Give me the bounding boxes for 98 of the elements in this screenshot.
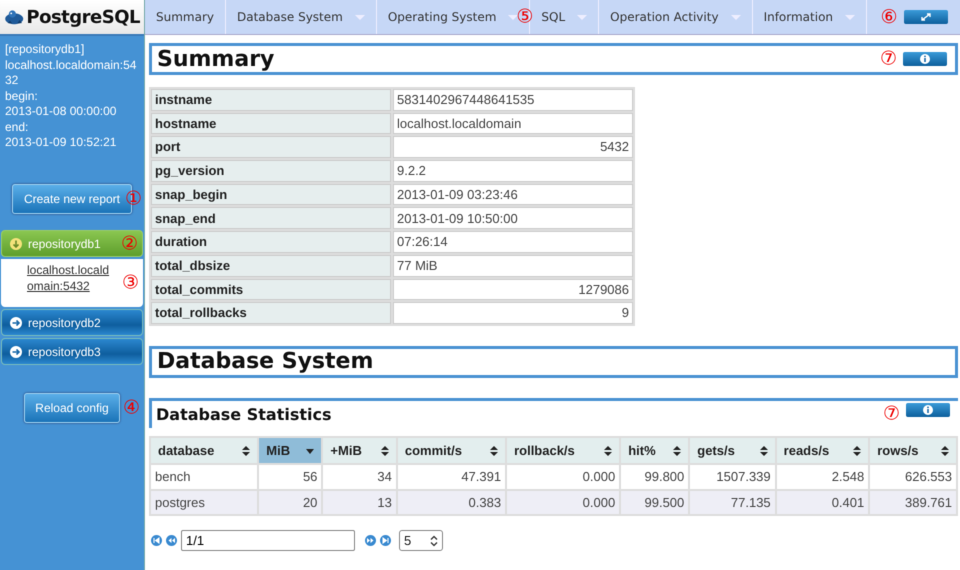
- column-header[interactable]: MiB: [259, 438, 322, 464]
- table-cell: bench: [151, 465, 258, 489]
- column-header[interactable]: reads/s: [776, 438, 868, 464]
- repository-name: repositorydb3: [28, 344, 101, 360]
- column-header[interactable]: +MiB: [323, 438, 396, 464]
- callout-number: ③: [122, 274, 139, 292]
- logo-text: PostgreSQL: [26, 6, 140, 30]
- key-cell: total_commits: [151, 278, 391, 300]
- info-button[interactable]: [906, 402, 950, 417]
- key-cell: snap_end: [151, 207, 391, 230]
- sort-icon: [853, 446, 862, 456]
- callout-number: ②: [120, 234, 138, 253]
- sort-icon: [242, 446, 250, 456]
- value-cell: 2013-01-09 03:23:46: [393, 184, 633, 206]
- value-cell: localhost.localdomain: [393, 112, 633, 134]
- report-info-text: 2013-01-08 00:00:00: [5, 104, 118, 120]
- report-info-text: [repositorydb1]: [5, 42, 86, 58]
- sort-icon: [604, 446, 612, 456]
- table-cell: 47.391: [398, 465, 506, 489]
- column-header[interactable]: hit%: [621, 438, 688, 464]
- table-cell: 56: [259, 465, 322, 489]
- table-cell: 77.135: [690, 490, 775, 514]
- column-header[interactable]: rows/s: [870, 438, 956, 464]
- value-cell: 9: [393, 302, 633, 324]
- repository-name: repositorydb2: [28, 314, 101, 332]
- repository-item[interactable]: repositorydb2: [1, 309, 143, 336]
- value-cell: 07:26:14: [393, 231, 633, 253]
- info-icon: [923, 404, 933, 415]
- page-input[interactable]: 1/1: [181, 530, 355, 552]
- column-header[interactable]: rollback/s: [507, 438, 620, 464]
- column-header[interactable]: database: [151, 438, 258, 464]
- table-cell: 20: [259, 490, 322, 514]
- subsection-title: Database Statistics: [156, 404, 332, 426]
- value-cell: 9.2.2: [393, 160, 633, 182]
- previous-page-icon: [166, 535, 177, 546]
- table-cell: 0.383: [398, 490, 506, 514]
- table-cell: 0.000: [507, 490, 620, 514]
- callout-number: ⑦: [880, 50, 897, 68]
- sort-icon: [490, 446, 498, 456]
- menu-item[interactable]: Information: [752, 0, 868, 34]
- key-cell: hostname: [151, 112, 391, 134]
- table-cell: 13: [323, 490, 396, 514]
- callout-number: ⑦: [882, 404, 900, 424]
- value-cell: 5831402967448641535: [393, 89, 633, 111]
- host-link[interactable]: localhost.localdomain:5432: [27, 263, 115, 294]
- key-cell: snap_begin: [151, 184, 391, 206]
- key-cell: pg_version: [151, 160, 391, 182]
- repository-name: repositorydb1: [28, 236, 101, 252]
- spinner-icon: [430, 534, 438, 547]
- reload-config-button[interactable]: Reload config: [24, 393, 120, 423]
- sort-icon: [760, 446, 768, 456]
- table-cell: 2.548: [776, 465, 868, 489]
- sort-icon: [380, 446, 389, 456]
- key-cell: duration: [151, 231, 391, 253]
- table-cell: 0.401: [776, 490, 868, 514]
- expand-button[interactable]: [904, 10, 948, 24]
- menu-item[interactable]: Summary: [145, 0, 226, 34]
- down-arrow-icon: [10, 238, 22, 250]
- value-cell: 1279086: [393, 278, 633, 300]
- sort-icon: [941, 446, 949, 456]
- key-cell: total_rollbacks: [151, 302, 391, 324]
- report-info-text: end:: [5, 120, 30, 135]
- section-title: Database System: [157, 348, 374, 376]
- expand-icon: [921, 13, 931, 21]
- first-page-icon: [151, 535, 162, 546]
- right-arrow-icon: [10, 346, 22, 358]
- key-cell: port: [151, 136, 391, 158]
- column-header[interactable]: gets/s: [690, 438, 775, 464]
- page-size-select[interactable]: 5: [399, 530, 443, 552]
- callout-number: ⑥: [880, 8, 898, 26]
- value-cell: 5432: [393, 136, 633, 158]
- callout-number: ④: [122, 398, 140, 418]
- last-page-icon: [380, 535, 391, 546]
- menu-item[interactable]: Operating System ⑤: [376, 0, 530, 34]
- table-cell: 34: [323, 465, 396, 489]
- value-cell: 77 MiB: [393, 254, 633, 276]
- table-cell: 99.800: [621, 465, 688, 489]
- report-info-text: begin:: [5, 88, 39, 104]
- repository-item[interactable]: repositorydb3: [1, 338, 143, 365]
- table-cell: 389.761: [870, 490, 956, 514]
- menu-item[interactable]: Database System: [226, 0, 377, 34]
- right-arrow-icon: [10, 316, 22, 328]
- info-button[interactable]: [903, 52, 947, 66]
- next-page-icon: [365, 535, 376, 546]
- table-cell: 0.000: [507, 465, 620, 489]
- sort-icon: [673, 446, 682, 456]
- table-cell: 1507.339: [690, 465, 775, 489]
- report-info-text: 2013-01-09 10:52:21: [5, 135, 118, 150]
- key-cell: instname: [151, 89, 391, 111]
- key-cell: total_dbsize: [151, 254, 391, 276]
- value-cell: 2013-01-09 10:50:00: [393, 207, 633, 230]
- table-cell: 626.553: [870, 465, 956, 489]
- section-title: Summary: [157, 46, 274, 74]
- table-cell: postgres: [151, 490, 258, 514]
- column-header[interactable]: commit/s: [398, 438, 506, 464]
- info-icon: [920, 54, 930, 64]
- menu-item[interactable]: Operation Activity: [599, 0, 753, 34]
- table-cell: 99.500: [621, 490, 688, 514]
